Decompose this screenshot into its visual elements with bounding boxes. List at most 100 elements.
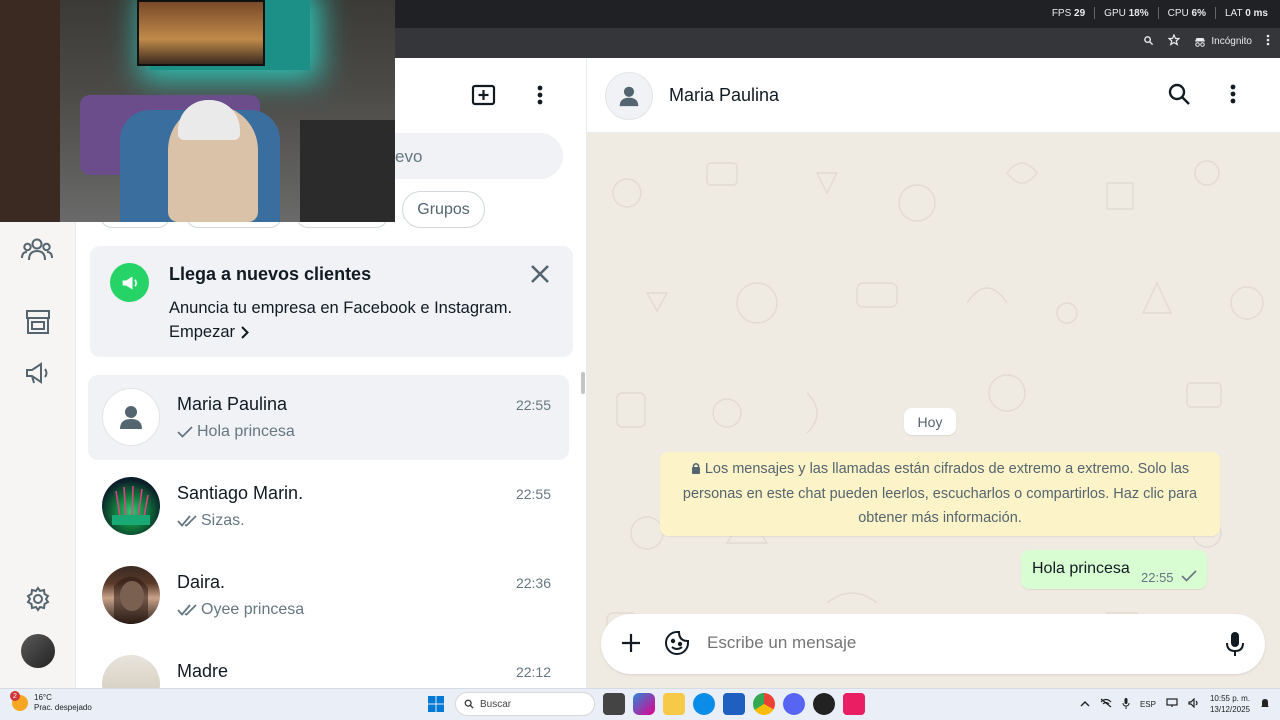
contact-name[interactable]: Maria Paulina (669, 85, 779, 106)
chat-time: 22:55 (515, 397, 551, 413)
contact-avatar (102, 566, 160, 624)
chat-time: 22:55 (515, 486, 551, 502)
chat-last-text: Oyee princesa (201, 601, 305, 618)
store-icon[interactable] (22, 306, 54, 338)
chat-list-scrollbar[interactable] (581, 372, 585, 394)
promo-cta-link[interactable]: Empezar (169, 323, 249, 342)
chat-time: 22:12 (515, 664, 551, 680)
attach-plus-icon[interactable] (619, 631, 643, 655)
microphone-icon[interactable] (1225, 631, 1245, 657)
promo-title: Llega a nuevos clientes (169, 264, 372, 284)
search-placeholder-partial: evo (395, 147, 423, 166)
gpu-label: GPU (1104, 7, 1126, 19)
task-view-icon[interactable] (603, 693, 625, 715)
clock-time: 10:55 p. m. (1209, 694, 1250, 703)
filter-chip-label: Grupos (417, 200, 470, 218)
chat-time: 22:36 (515, 575, 551, 591)
chat-last-message: Oyee princesa (177, 601, 304, 619)
clock-date: 13/12/2025 (1209, 705, 1250, 714)
chat-row[interactable]: Madre 22:12 (88, 642, 569, 688)
double-check-icon (177, 515, 197, 527)
taskbar-search-label: Buscar (480, 698, 512, 710)
language-indicator[interactable]: ESP (1140, 700, 1156, 709)
settings-gear-icon[interactable] (22, 583, 54, 615)
webcam-overlay (0, 0, 395, 222)
promo-card[interactable]: Llega a nuevos clientes Anuncia tu empre… (90, 246, 573, 357)
app-icon[interactable] (843, 693, 865, 715)
sticker-icon[interactable] (664, 630, 690, 656)
notification-icon[interactable] (1260, 698, 1270, 711)
weather-widget[interactable]: 2 16°C Prac. despejado (10, 691, 92, 713)
new-chat-button[interactable] (471, 83, 497, 107)
performance-overlay: FPS 29 GPU 18% CPU 6% LAT 0 ms (1052, 7, 1268, 19)
conversation-pane (587, 58, 1280, 688)
chat-last-message: Hola princesa (177, 423, 295, 441)
chat-name: Maria Paulina (177, 394, 288, 414)
copilot-icon[interactable] (633, 693, 655, 715)
weather-desc: Prac. despejado (34, 703, 92, 712)
communities-icon[interactable] (21, 233, 53, 265)
chat-name: Madre (177, 661, 229, 681)
obs-icon[interactable] (813, 693, 835, 715)
chat-row[interactable]: Maria Paulina 22:55 Hola princesa (88, 375, 569, 460)
promo-text: Anuncia tu empresa en Facebook e Instagr… (169, 299, 513, 317)
store-app-icon[interactable] (723, 693, 745, 715)
chrome-icon[interactable] (753, 693, 775, 715)
volume-icon[interactable] (1188, 697, 1200, 710)
system-tray: ESP 10:55 p. m. 13/12/2025 (1080, 693, 1270, 715)
webcam-scene-desk (300, 120, 395, 222)
taskbar-search[interactable]: Buscar (455, 692, 595, 716)
message-input[interactable] (707, 633, 1187, 653)
bookmark-star-icon[interactable] (1167, 33, 1181, 49)
network-icon[interactable] (1100, 698, 1112, 710)
megaphone-icon (110, 263, 149, 302)
contact-avatar (102, 477, 160, 535)
default-avatar-icon (102, 388, 160, 446)
outgoing-message[interactable]: Hola princesa 22:55 (1021, 550, 1207, 589)
search-icon (464, 699, 474, 709)
double-check-icon (177, 604, 197, 616)
filter-chip-groups[interactable]: Grupos (402, 191, 485, 228)
navigation-rail (0, 222, 76, 688)
clock[interactable]: 10:55 p. m. 13/12/2025 (1210, 693, 1250, 715)
browser-actions: Incógnito (1143, 33, 1270, 49)
webcam-scene-picture (137, 0, 265, 66)
default-avatar-icon[interactable] (605, 72, 653, 120)
weather-icon: 2 (10, 691, 28, 711)
perf-divider (1215, 7, 1216, 19)
chat-name: Santiago Marin. (177, 483, 304, 503)
close-icon[interactable] (528, 262, 552, 286)
start-windows-icon[interactable] (425, 693, 447, 715)
windows-taskbar: 2 16°C Prac. despejado Buscar ESP 10:55 … (0, 688, 1280, 720)
announcements-icon[interactable] (22, 357, 54, 389)
incognito-indicator[interactable]: Incógnito (1194, 36, 1252, 47)
chevron-up-icon[interactable] (1080, 700, 1090, 709)
edge-browser-icon[interactable] (693, 693, 715, 715)
encryption-notice[interactable]: Los mensajes y las llamadas están cifrad… (660, 452, 1220, 536)
weather-temp: 16°C (34, 693, 52, 702)
cpu-value: 6% (1191, 7, 1206, 19)
taskbar-apps: Buscar (425, 692, 865, 716)
perf-divider (1157, 7, 1159, 19)
discord-icon[interactable] (783, 693, 805, 715)
browser-menu-icon[interactable] (1266, 34, 1270, 49)
conversation-header[interactable]: Maria Paulina (587, 58, 1280, 133)
chevron-right-icon (241, 326, 249, 339)
fps-label: FPS (1051, 7, 1072, 19)
perf-divider (1094, 7, 1096, 19)
chat-row[interactable]: Daira. 22:36 Oyee princesa (88, 553, 569, 638)
profile-avatar[interactable] (21, 634, 55, 668)
zoom-icon[interactable] (1143, 35, 1154, 49)
chat-row[interactable]: Santiago Marin. 22:55 Sizas. (88, 464, 569, 549)
chat-search-input[interactable]: evo (395, 133, 563, 179)
microphone-tray-icon[interactable] (1122, 697, 1130, 711)
display-icon[interactable] (1166, 698, 1178, 710)
file-explorer-icon[interactable] (663, 693, 685, 715)
encryption-notice-text: Los mensajes y las llamadas están cifrad… (682, 461, 1198, 526)
incognito-icon (1195, 37, 1206, 47)
lat-label: LAT (1225, 7, 1243, 19)
menu-dots-icon[interactable] (1227, 82, 1247, 108)
single-check-icon (1181, 569, 1197, 582)
menu-dots-icon[interactable] (534, 83, 546, 107)
search-icon[interactable] (1167, 82, 1193, 108)
